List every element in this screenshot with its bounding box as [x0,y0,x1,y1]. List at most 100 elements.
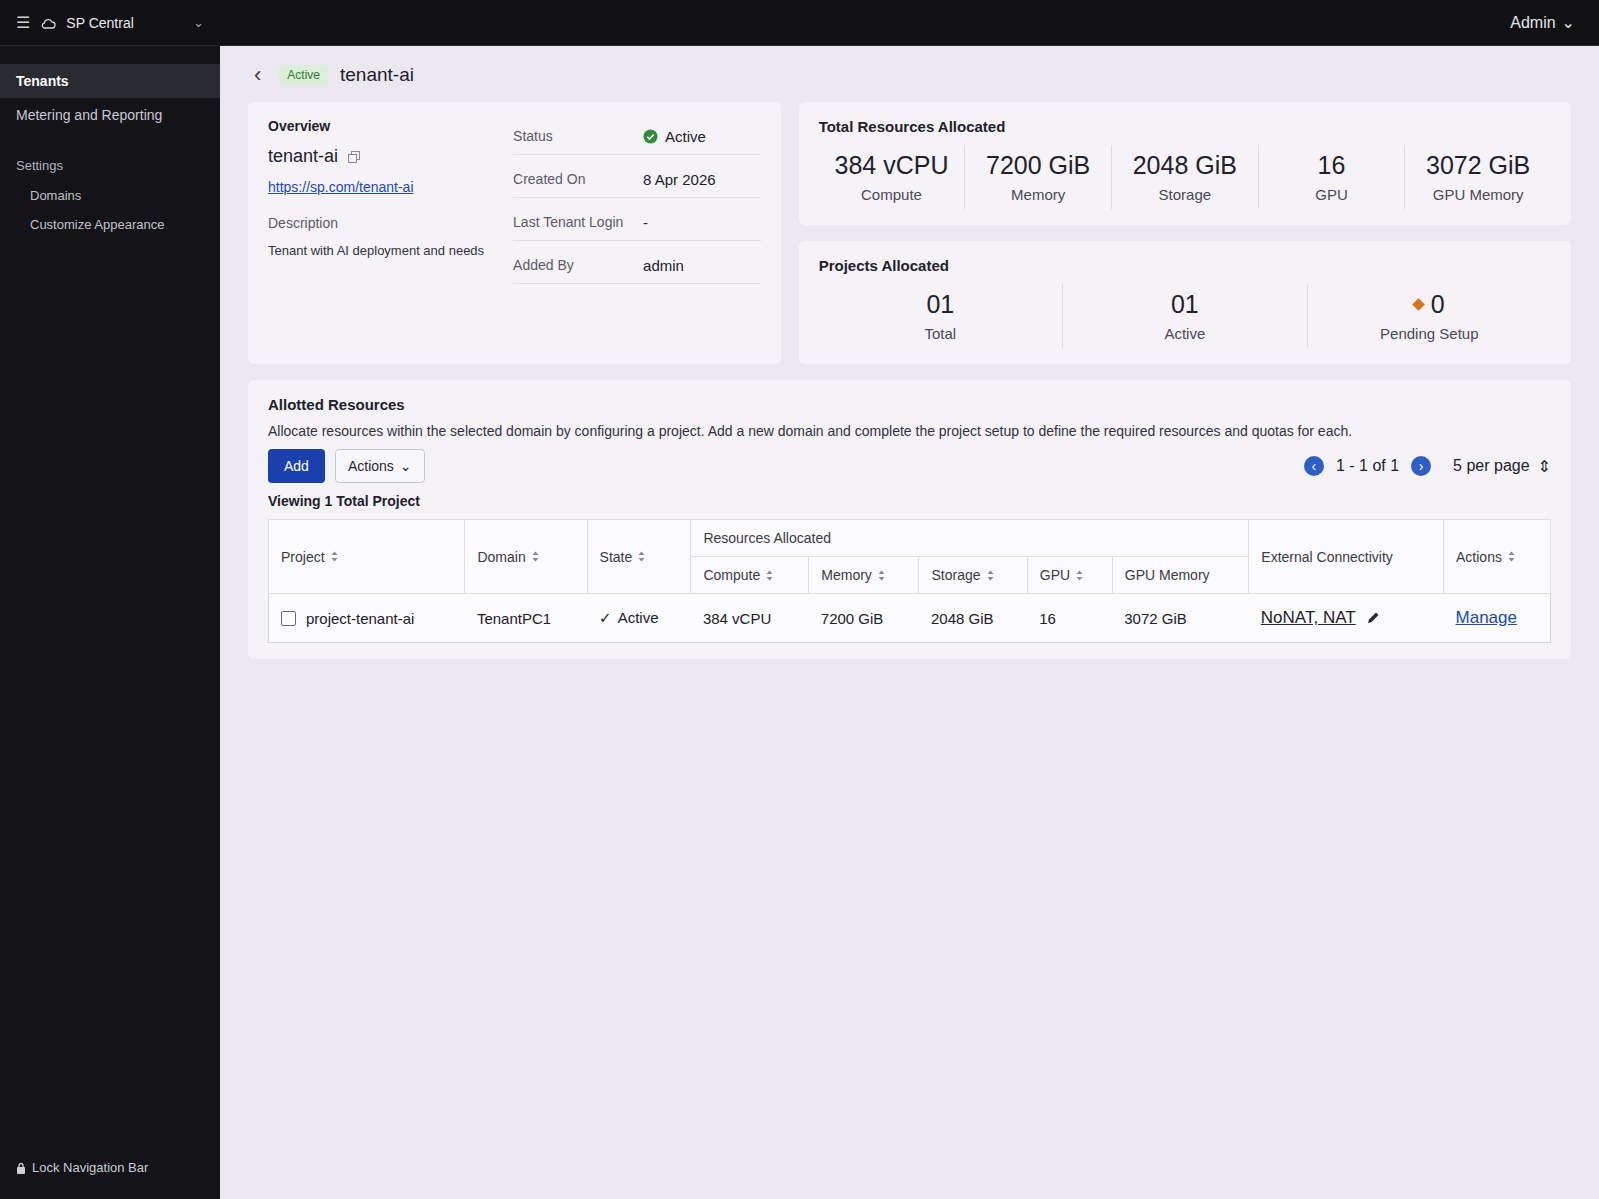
lock-navigation[interactable]: Lock Navigation Bar [0,1152,220,1183]
user-caret: ⌄ [1562,13,1575,32]
stat-label: Compute [861,186,922,203]
projects-card: Projects Allocated01Total01Active0Pendin… [799,241,1571,364]
sidebar: TenantsMetering and ReportingSettingsDom… [0,46,220,1199]
sort-icon [532,551,539,562]
field-value: - [643,214,761,231]
sort-icon [766,570,773,581]
gpu-cell: 16 [1027,594,1112,643]
allotted-card: Allotted ResourcesAllocate resources wit… [248,380,1571,659]
description: Tenant with AI deployment and needs [268,243,493,258]
field-label: Created On [513,171,633,187]
app-title: SP Central [66,15,133,31]
project-stat: 01Total [819,284,1062,348]
column-header-inner: Compute [703,567,796,583]
column-header[interactable]: State [587,520,691,594]
overview-fields: StatusActive Created On 8 Apr 2026 Last Ten… [513,118,761,348]
resource-stat: 16GPU [1258,145,1405,209]
column-label: Actions [1456,549,1502,565]
brand: ☰ SP Central ⌄ [0,13,220,32]
field-value-text: Active [665,128,706,145]
column-header[interactable]: Storage [919,557,1027,594]
row-checkbox[interactable] [281,611,296,626]
actions-cell: Manage [1444,594,1551,643]
project-stats: 01Total01Active0Pending Setup [819,284,1551,348]
main-content: ‹Activetenant-aiOverviewtenant-aihttps:/… [220,46,1599,1199]
column-header-inner: State [600,549,679,565]
add-button[interactable]: Add [268,449,325,483]
app-switcher[interactable]: ⌄ [193,15,204,30]
state-text: Active [618,609,659,626]
page-range: 1 - 1 of 1 [1336,457,1399,475]
overview-field: StatusActive [513,118,761,155]
sidebar-item[interactable]: Tenants [0,64,220,98]
toolbar: Add Actions⌄ ‹ 1 - 1 of 1 › 5 per page⇕ [268,449,1551,483]
column-label: Project [281,549,325,565]
sort-icon [1508,551,1515,562]
overview-field: Added Byadmin [513,247,761,284]
pencil-icon [1366,611,1380,625]
sort-icon [987,570,994,581]
overview-field: Created On 8 Apr 2026 [513,161,761,198]
stat-label: GPU Memory [1433,186,1524,203]
overview-field: Last Tenant Login- [513,204,761,241]
stat-value: 0 [1414,290,1445,319]
state-cell: ✓Active [587,594,691,643]
field-value-text: admin [643,257,684,274]
column-header[interactable]: Compute [691,557,809,594]
status-badge: Active [279,65,328,85]
resource-stat: 7200 GiBMemory [964,145,1111,209]
tenant-url[interactable]: https://sp.com/tenant-ai [268,179,493,195]
check-circle-icon [643,129,658,144]
field-value-text: - [643,214,648,231]
lock-icon [16,1162,26,1174]
column-header[interactable]: Memory [809,557,919,594]
prev-page-button[interactable]: ‹ [1304,456,1324,476]
column-header-inner: Project [281,549,452,565]
sort-icon [331,551,338,562]
resource-stat: 2048 GiBStorage [1111,145,1258,209]
stat-value: 3072 GiB [1426,151,1530,180]
sidebar-item[interactable]: Metering and Reporting [0,98,220,132]
column-label: External Connectivity [1261,549,1393,565]
sort-icon [638,551,645,562]
column-label: Domain [477,549,525,565]
next-page-button[interactable]: › [1411,456,1431,476]
column-header-inner: Storage [931,567,1014,583]
column-header[interactable]: GPU [1027,557,1112,594]
connectivity-cell: NoNAT, NAT [1249,594,1444,643]
table-head: Project Domain State Resources Allocated Ext… [269,520,1551,594]
back-button[interactable]: ‹ [248,64,267,86]
manage-link[interactable]: Manage [1456,608,1517,627]
column-header[interactable]: Domain [465,520,587,594]
summary: Overviewtenant-aihttps://sp.com/tenant-a… [248,102,1571,364]
per-page-select[interactable]: 5 per page⇕ [1453,457,1551,476]
resource-stat: 3072 GiB GPU Memory [1404,145,1551,209]
table-body: project-tenant-aiTenantPC1✓Active384 vCP… [269,594,1551,643]
sidebar-item[interactable]: Customize Appearance [0,210,220,239]
overview-card: Overviewtenant-aihttps://sp.com/tenant-a… [248,102,781,364]
connectivity-text: NoNAT, NAT [1261,608,1356,628]
column-header-inner: Actions [1456,549,1538,565]
project-name: project-tenant-ai [306,610,414,627]
allotted-title: Allotted Resources [268,396,1551,413]
user-name: Admin [1510,14,1555,32]
table-row: project-tenant-aiTenantPC1✓Active384 vCP… [269,594,1551,643]
stat-label: Total [925,325,957,342]
actions-button[interactable]: Actions⌄ [335,449,425,483]
column-header-inner: Memory [821,567,906,583]
group-header: Resources Allocated [691,520,1249,557]
stat-label: Active [1164,325,1205,342]
column-header[interactable]: Project [269,520,465,594]
sidebar-item[interactable]: Domains [0,181,220,210]
field-value: 8 Apr 2026 [643,171,761,188]
viewing-count: Viewing 1 Total Project [268,493,1551,509]
summary-right: Total Resources Allocated384 vCPUCompute… [799,102,1571,364]
resources-card: Total Resources Allocated384 vCPUCompute… [799,102,1571,225]
stat-value: 384 vCPU [835,151,949,180]
user-menu[interactable]: Admin ⌄ [1486,13,1599,32]
menu-button[interactable]: ☰ [16,13,30,32]
stat-label: Storage [1159,186,1212,203]
column-header[interactable]: Actions [1444,520,1551,594]
per-page-label: 5 per page [1453,457,1530,475]
connectivity[interactable]: NoNAT, NAT [1261,608,1432,628]
